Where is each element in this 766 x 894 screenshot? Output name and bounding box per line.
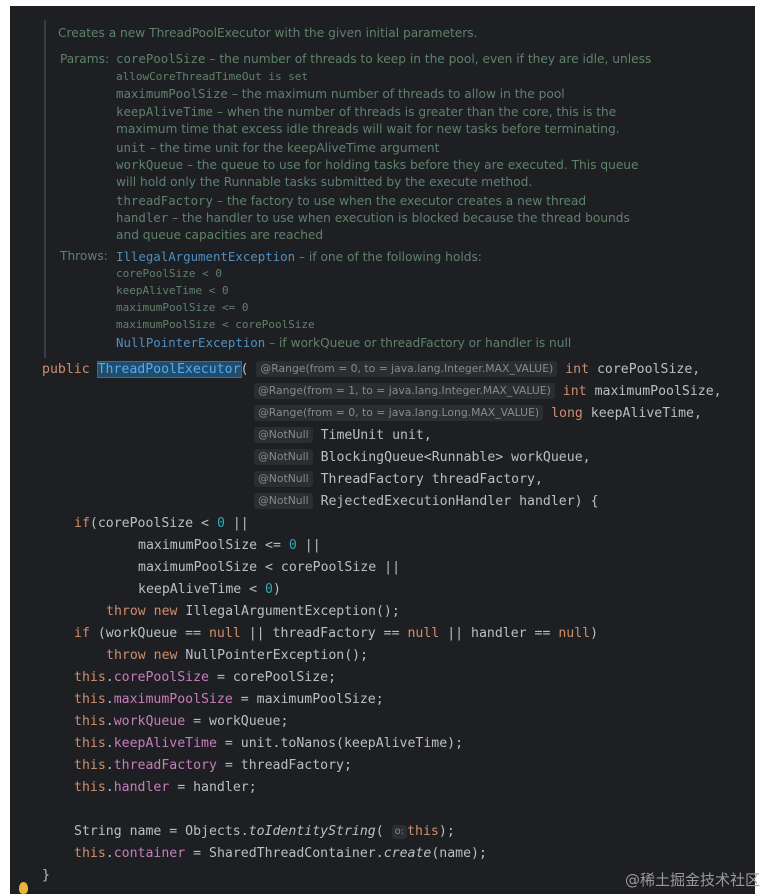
code-line[interactable]: maximumPoolSize < corePoolSize || xyxy=(138,558,400,578)
code-line-param[interactable]: @NotNull ThreadFactory threadFactory, xyxy=(254,470,543,490)
code-line[interactable]: throw new IllegalArgumentException(); xyxy=(106,602,400,622)
illegal-argument-exception-link[interactable]: IllegalArgumentException xyxy=(116,249,295,264)
code-line-param[interactable]: @Range(from = 0, to = java.lang.Long.MAX… xyxy=(254,404,702,424)
notnull-annotation-hint[interactable]: @NotNull xyxy=(254,493,313,509)
javadoc-block: Creates a new ThreadPoolExecutor with th… xyxy=(44,20,746,358)
range-annotation-hint[interactable]: @Range(from = 0, to = java.lang.Long.MAX… xyxy=(254,405,544,421)
doc-param-cont: will hold only the Runnable tasks submit… xyxy=(116,175,533,189)
doc-condition: corePoolSize < 0 xyxy=(116,267,222,280)
doc-param-cont: maximum time that excess idle threads wi… xyxy=(116,122,620,136)
code-line[interactable]: if (workQueue == null || threadFactory =… xyxy=(74,624,598,644)
doc-param-cont: allowCoreThreadTimeOut is set xyxy=(116,70,309,83)
doc-param-line: workQueue – the queue to use for holding… xyxy=(116,157,639,172)
notnull-annotation-hint[interactable]: @NotNull xyxy=(254,471,313,487)
notnull-annotation-hint[interactable]: @NotNull xyxy=(254,427,313,443)
doc-param-line: threadFactory – the factory to use when … xyxy=(116,193,587,208)
code-line[interactable]: maximumPoolSize <= 0 || xyxy=(138,536,321,556)
null-pointer-exception-link[interactable]: NullPointerException xyxy=(116,335,265,350)
code-line[interactable]: if(corePoolSize < 0 || xyxy=(74,514,249,534)
doc-condition: maximumPoolSize <= 0 xyxy=(116,301,249,314)
code-editor[interactable]: Creates a new ThreadPoolExecutor with th… xyxy=(10,6,755,894)
doc-param-line: handler – the handler to use when execut… xyxy=(116,210,630,225)
code-line[interactable]: this.handler = handler; xyxy=(74,778,257,798)
doc-throws-line[interactable]: IllegalArgumentException – if one of the… xyxy=(116,249,482,264)
doc-param-line: unit – the time unit for the keepAliveTi… xyxy=(116,140,440,155)
code-line[interactable]: this.threadFactory = threadFactory; xyxy=(74,756,352,776)
code-line[interactable]: this.corePoolSize = corePoolSize; xyxy=(74,668,336,688)
code-line-signature[interactable]: public ThreadPoolExecutor( @Range(from =… xyxy=(42,360,700,380)
code-line[interactable]: this.workQueue = workQueue; xyxy=(74,712,288,732)
doc-intro: Creates a new ThreadPoolExecutor with th… xyxy=(58,26,478,40)
code-line[interactable]: } xyxy=(42,866,50,886)
code-line[interactable]: this.container = SharedThreadContainer.c… xyxy=(74,844,487,864)
code-line[interactable]: this.maximumPoolSize = maximumPoolSize; xyxy=(74,690,384,710)
parameter-name-hint: o: xyxy=(391,825,408,839)
doc-condition: keepAliveTime < 0 xyxy=(116,284,229,297)
watermark: @稀土掘金技术社区 xyxy=(624,871,760,889)
intention-bulb-icon[interactable] xyxy=(19,882,28,894)
constructor-name[interactable]: ThreadPoolExecutor xyxy=(96,361,242,378)
doc-condition: maximumPoolSize < corePoolSize xyxy=(116,318,315,331)
code-line-param[interactable]: @NotNull RejectedExecutionHandler handle… xyxy=(254,492,599,512)
doc-throws-line[interactable]: NullPointerException – if workQueue or t… xyxy=(116,335,571,350)
code-line-param[interactable]: @NotNull TimeUnit unit, xyxy=(254,426,432,446)
doc-throws-label: Throws: xyxy=(60,249,108,263)
code-line[interactable]: String name = Objects.toIdentityString( … xyxy=(74,822,455,842)
code-line[interactable]: throw new NullPointerException(); xyxy=(106,646,368,666)
code-line-param[interactable]: @NotNull BlockingQueue<Runnable> workQue… xyxy=(254,448,591,468)
code-line-param[interactable]: @Range(from = 1, to = java.lang.Integer.… xyxy=(254,382,722,402)
doc-params-label: Params: xyxy=(60,52,110,66)
range-annotation-hint[interactable]: @Range(from = 0, to = java.lang.Integer.… xyxy=(256,361,558,377)
doc-param-line: maximumPoolSize – the maximum number of … xyxy=(116,86,565,101)
doc-param-cont: and queue capacities are reached xyxy=(116,228,324,242)
doc-param-line: keepAliveTime – when the number of threa… xyxy=(116,104,617,119)
range-annotation-hint[interactable]: @Range(from = 1, to = java.lang.Integer.… xyxy=(254,383,555,399)
code-line[interactable]: this.keepAliveTime = unit.toNanos(keepAl… xyxy=(74,734,463,754)
doc-param-line: corePoolSize – the number of threads to … xyxy=(116,51,652,66)
notnull-annotation-hint[interactable]: @NotNull xyxy=(254,449,313,465)
code-line[interactable]: keepAliveTime < 0) xyxy=(138,580,281,600)
